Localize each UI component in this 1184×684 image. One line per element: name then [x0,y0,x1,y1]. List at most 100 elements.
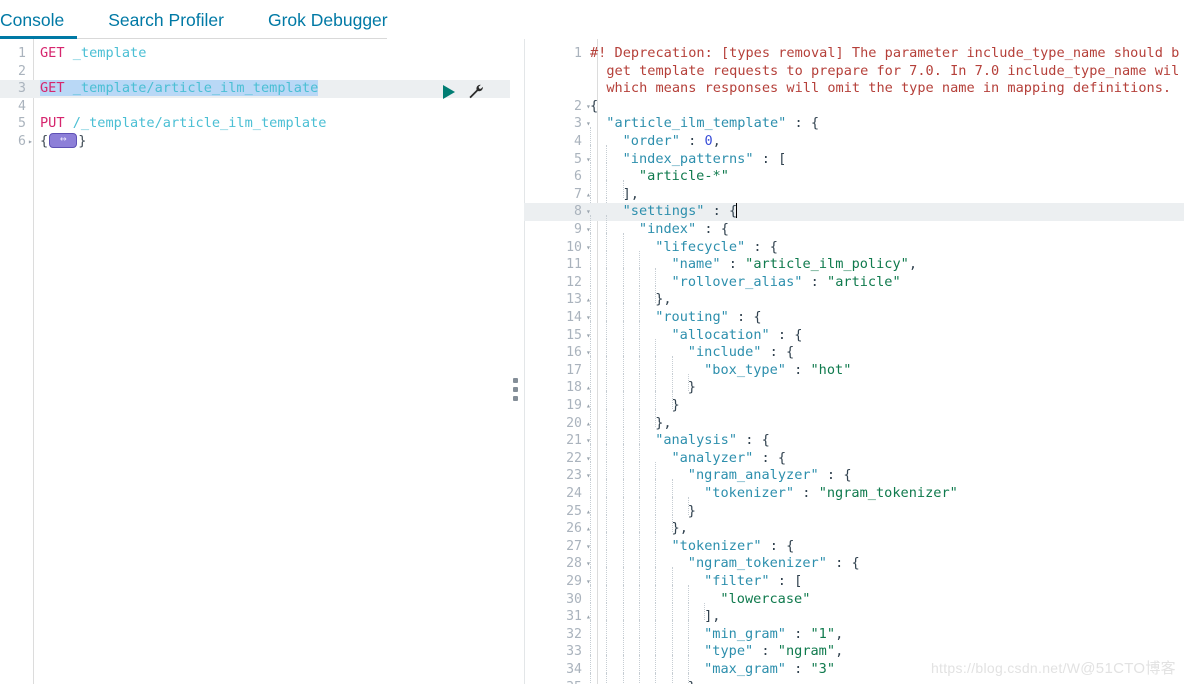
response-code: "analyzer" : { [590,449,787,480]
response-line[interactable]: 29 ▾ "filter" : [ [524,573,1184,603]
response-panel[interactable]: 1 #! Deprecation: [types removal] The par… [524,39,1184,684]
request-line[interactable]: 4 [0,98,510,116]
response-line[interactable]: 20 ▴}, [524,414,1184,445]
json-number: 0 [704,133,713,149]
json-punct: { [753,309,762,325]
response-code: { [590,98,598,116]
response-line[interactable]: 6 "article-*" [524,168,1184,198]
response-line[interactable]: 19 ▴} [524,397,1184,427]
json-punct: } [687,379,696,396]
response-line[interactable]: 17 "box_type" : "hot" [524,362,1184,392]
json-key: "ngram_analyzer" [687,467,819,484]
splitter-drag-handle[interactable] [513,378,519,401]
tab-grok-debugger[interactable]: Grok Debugger [268,0,410,38]
response-line[interactable]: 30 "lowercase" [524,591,1184,621]
tab-search-profiler[interactable]: Search Profiler [108,0,246,38]
response-line[interactable]: 35▴} [524,679,1184,684]
response-line[interactable]: 23 ▾ "ngram_analyzer" : { [524,467,1184,497]
response-line[interactable]: 11 "name" : "article_ilm_policy", [524,256,1184,286]
json-key: "filter" [704,573,770,589]
request-line[interactable]: 1 GET _template [0,45,510,63]
json-punct: { [786,537,795,554]
line-number: 24 [566,486,582,501]
json-colon: : [737,432,754,449]
json-punct: { [777,449,787,466]
response-line[interactable]: get template requests to prepare for 7.0… [524,63,1184,81]
response-line[interactable]: 4 "order" : 0, [524,133,1184,163]
response-line[interactable]: 18 ▴} [524,379,1184,409]
response-line[interactable]: 31 ▴], [524,608,1184,638]
response-line[interactable]: 28 ▾ "ngram_tokenizer" : { [524,555,1184,585]
tab-console[interactable]: Console [0,0,86,38]
response-line[interactable]: 10 ▾ "lifecycle" : { [524,239,1184,269]
json-punct: { [590,97,599,114]
response-line[interactable]: 8 ▾ "settings" : { [524,203,1184,233]
json-key: "routing" [655,309,729,325]
line-number: 17 [566,362,582,378]
line-number: 4 [18,98,26,114]
response-line[interactable]: 7 ▴], [524,186,1184,216]
json-punct: { [843,467,852,484]
line-number: 10 [566,239,582,255]
json-key: "index" [638,221,697,237]
response-line[interactable]: 12 "rollover_alias" : "article" [524,274,1184,304]
response-line[interactable]: 9 ▾ "index" : { [524,221,1184,251]
panel-splitter[interactable] [510,39,524,684]
response-line[interactable]: 33 "type" : "ngram", [524,643,1184,673]
response-line[interactable]: 3 ▾ "article_ilm_template" : { [524,115,1184,145]
response-line[interactable]: 24 "tokenizer" : "ngram_tokenizer" [524,485,1184,515]
line-number: 32 [566,626,582,642]
fold-arrow-icon[interactable]: ▸ [28,133,33,151]
response-line[interactable]: which means responses will omit the type… [524,80,1184,98]
json-colon: : [753,150,770,167]
response-line[interactable]: 34 "max_gram" : "3" [524,661,1184,684]
response-line[interactable]: 27 ▾ "tokenizer" : { [524,537,1184,568]
json-key: "article_ilm_template" [606,115,787,132]
response-line[interactable]: 14 ▾ "routing" : { [524,309,1184,339]
json-punct: [ [778,150,787,167]
response-code: "index" : { [590,221,729,251]
response-code: "min_gram" : "1", [590,626,843,656]
request-line[interactable]: 6▸ {} [0,131,510,151]
play-icon[interactable] [443,84,455,99]
response-line[interactable]: 22 ▾ "analyzer" : { [524,449,1184,480]
response-code: "tokenizer" : "ngram_tokenizer" [590,485,958,515]
deprecation-warning-text: #! Deprecation: [types removal] The para… [590,45,1180,61]
response-code: "order" : 0, [590,133,721,163]
response-line[interactable]: 21 ▾ "analysis" : { [524,432,1184,462]
json-key: "order" [622,133,680,149]
response-line[interactable]: 25 ▴} [524,502,1184,533]
response-code: "lowercase" [590,591,810,621]
json-punct: [ [794,573,803,589]
response-line[interactable]: 26 ▴}, [524,520,1184,550]
line-number: 13 [566,292,582,308]
json-punct: } [687,502,696,519]
wrench-icon[interactable] [467,83,484,100]
request-line[interactable]: 3 GET _template/article_ilm_template [0,80,510,98]
response-line[interactable]: 16 ▾ "include" : { [524,344,1184,374]
request-line[interactable]: 2 [0,63,510,81]
request-code: {} [40,131,86,151]
response-line[interactable]: 2 ▾{ [524,98,1184,116]
json-punct: , [908,256,918,273]
json-colon: : [704,203,721,220]
response-line[interactable]: 5 ▾ "index_patterns" : [ [524,150,1184,181]
line-number: 19 [566,398,582,413]
request-line[interactable]: 5 PUT /_template/article_ilm_template [0,115,510,133]
response-editor-surface[interactable]: 1 #! Deprecation: [types removal] The par… [524,39,1184,684]
response-line[interactable]: 1 #! Deprecation: [types removal] The par… [524,45,1184,63]
response-line[interactable]: 15 ▾ "allocation" : { [524,327,1184,357]
request-panel[interactable]: 1 GET _template 2 3 GET _template/article_il… [0,39,510,684]
json-key: "tokenizer" [671,537,762,554]
drag-dot [513,378,518,383]
request-editor-surface[interactable]: 1 GET _template 2 3 GET _template/article_il… [0,39,510,684]
json-punct: , [679,520,688,537]
response-line[interactable]: 32 "min_gram" : "1", [524,626,1184,656]
request-line-text: PUT /_template/article_ilm_template [40,115,326,131]
folded-code-widget[interactable] [49,131,78,148]
json-punct: , [663,414,672,431]
response-code: "lifecycle" : { [590,239,778,269]
json-punct: { [761,432,770,449]
line-number: 29 [566,574,582,589]
response-line[interactable]: 13 ▴}, [524,291,1184,321]
